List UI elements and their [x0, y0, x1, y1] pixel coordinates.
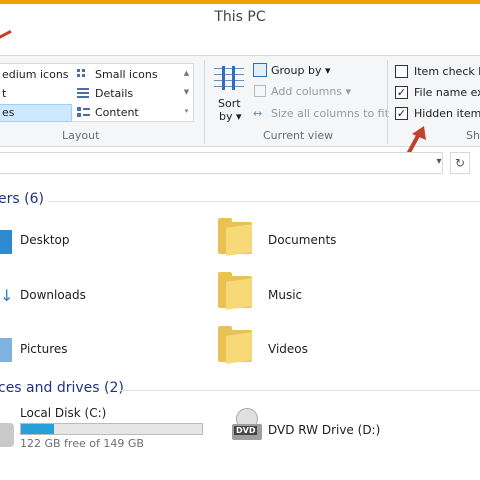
drives-header[interactable]: ces and drives (2)	[0, 380, 124, 396]
size-columns-icon: ↔	[253, 107, 263, 120]
details-icon	[77, 88, 91, 100]
address-bar[interactable]	[0, 152, 443, 174]
group-by-icon	[253, 63, 267, 77]
downloads-icon: ↓	[0, 286, 14, 305]
folder-name: Music	[268, 288, 303, 302]
layout-item-label: Details	[95, 87, 134, 100]
dvd-badge: DVD	[234, 426, 258, 435]
pictures-icon	[0, 338, 12, 362]
current-view-group-label: Current view	[263, 129, 334, 142]
file-name-extensions-label: File name ext	[414, 86, 480, 99]
dvd-drive-icon: DVD	[230, 408, 262, 448]
layout-item-label: t	[2, 87, 7, 100]
title-bar: This PC	[0, 4, 480, 33]
folder-name: Videos	[268, 342, 308, 356]
item-check-boxes-checkbox[interactable]	[395, 65, 408, 78]
disk-usage-bar	[20, 423, 203, 435]
add-columns-icon	[254, 85, 266, 97]
videos-folder-icon	[218, 324, 252, 364]
group-divider	[387, 60, 388, 144]
layout-small-icons[interactable]: Small icons	[77, 66, 158, 84]
layout-tiles[interactable]: es	[0, 104, 72, 122]
drive-name: DVD RW Drive (D:)	[268, 423, 381, 437]
file-name-extensions-checkbox[interactable]: ✓	[395, 86, 408, 99]
music-folder-icon	[218, 270, 252, 310]
documents-folder-icon	[218, 216, 252, 256]
gallery-scroll-up[interactable]: ▲	[181, 65, 192, 82]
layout-item-label: Small icons	[95, 68, 158, 81]
add-columns-label: Add columns ▾	[271, 85, 352, 98]
gallery-scroll-down[interactable]: ▼	[181, 84, 192, 101]
sort-label: Sort	[218, 97, 241, 110]
sort-label-by: by ▾	[219, 110, 242, 123]
layout-item-label: edium icons	[2, 68, 69, 81]
window-title: This PC	[214, 9, 266, 25]
content-icon	[77, 107, 91, 119]
folder-name: Pictures	[20, 342, 68, 356]
folders-header[interactable]: ers (6)	[0, 191, 44, 207]
layout-gallery: edium icons Small icons t Details es Con…	[0, 63, 194, 122]
layout-group-label: Layout	[62, 129, 100, 142]
disk-usage-fill	[21, 424, 54, 434]
layout-item-label: Content	[95, 106, 139, 119]
layout-item-label: es	[2, 106, 15, 119]
folder-name: Desktop	[20, 233, 70, 247]
group-by-label: Group by ▾	[271, 64, 331, 77]
item-check-boxes-label: Item check bo	[414, 65, 480, 78]
address-dropdown-icon[interactable]: ▾	[428, 152, 450, 174]
size-columns-label: Size all columns to fit	[271, 107, 389, 120]
hidden-items-checkbox[interactable]: ✓	[395, 107, 408, 120]
hard-drive-icon	[0, 423, 14, 447]
refresh-icon[interactable]: ↻	[450, 152, 470, 174]
group-divider	[204, 60, 205, 144]
layout-medium-icons[interactable]: edium icons	[2, 66, 69, 84]
drive-name: Local Disk (C:)	[20, 406, 107, 420]
folder-name: Documents	[268, 233, 337, 247]
small-icons-icon	[77, 69, 91, 81]
gallery-expand[interactable]: ▾	[181, 103, 192, 120]
desktop-icon	[0, 230, 12, 254]
folder-name: Downloads	[20, 288, 86, 302]
hidden-items-label: Hidden items	[414, 107, 480, 120]
layout-details[interactable]: Details	[77, 85, 133, 103]
section-divider	[120, 390, 480, 391]
show-hide-group-label: Sh	[466, 129, 480, 142]
drive-free-space: 122 GB free of 149 GB	[20, 437, 144, 450]
layout-content[interactable]: Content	[77, 104, 139, 122]
sort-icon	[214, 64, 246, 94]
layout-list[interactable]: t	[2, 85, 6, 103]
section-divider	[48, 201, 480, 202]
